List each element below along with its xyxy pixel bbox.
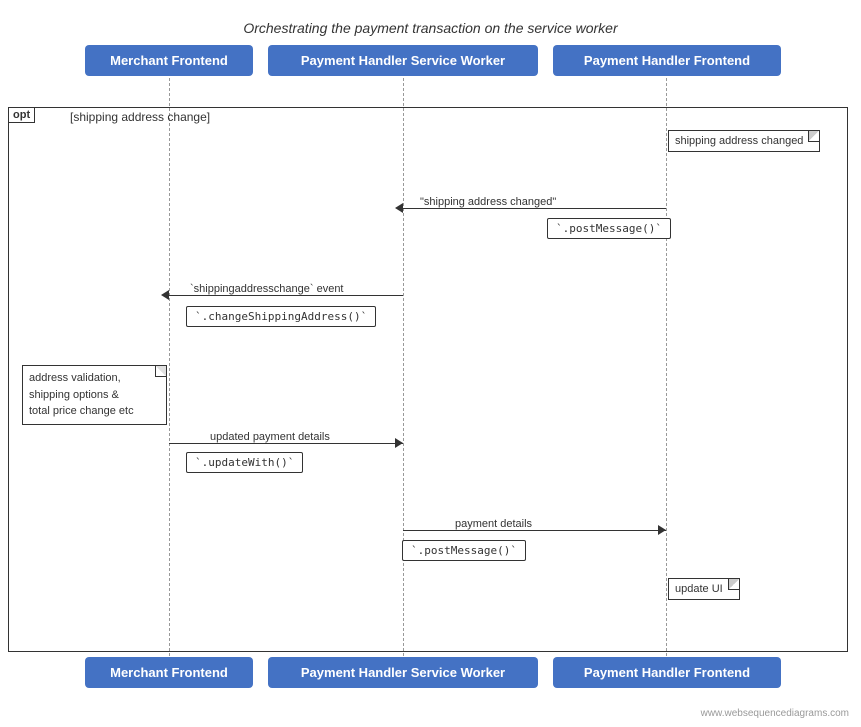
- arrowhead-4: [658, 525, 666, 535]
- actor-merchant-top: Merchant Frontend: [85, 45, 253, 76]
- note-address-validation: address validation, shipping options & t…: [22, 365, 167, 425]
- actor-merchant-bottom: Merchant Frontend: [85, 657, 253, 688]
- arrow-line-2: [169, 295, 403, 296]
- actor-payment-frontend-top: Payment Handler Frontend: [553, 45, 781, 76]
- arrow-line-3: [169, 443, 403, 444]
- actor-service-worker-top: Payment Handler Service Worker: [268, 45, 538, 76]
- actor-service-worker-bottom: Payment Handler Service Worker: [268, 657, 538, 688]
- method-update-with: `.updateWith()`: [186, 452, 303, 473]
- method-post-message-2: `.postMessage()`: [402, 540, 526, 561]
- diagram-title: Orchestrating the payment transaction on…: [0, 10, 861, 36]
- arrow-label-shipping-event: `shippingaddresschange` event: [190, 283, 344, 295]
- actor-payment-frontend-bottom: Payment Handler Frontend: [553, 657, 781, 688]
- arrow-line-1: [403, 208, 666, 209]
- method-post-message-1: `.postMessage()`: [547, 218, 671, 239]
- arrow-label-shipping-changed: "shipping address changed": [420, 196, 556, 208]
- note-update-ui: update UI: [668, 578, 740, 600]
- opt-condition: [shipping address change]: [70, 110, 210, 124]
- arrowhead-1: [395, 203, 403, 213]
- arrow-label-payment-details: payment details: [455, 518, 532, 530]
- arrow-label-updated-payment: updated payment details: [210, 431, 330, 443]
- note-shipping-changed: shipping address changed: [668, 130, 820, 152]
- diagram-container: Orchestrating the payment transaction on…: [0, 0, 861, 727]
- watermark: www.websequencediagrams.com: [701, 708, 849, 719]
- arrowhead-3: [395, 438, 403, 448]
- opt-label: opt: [8, 107, 35, 123]
- arrow-line-4: [403, 530, 666, 531]
- method-change-shipping: `.changeShippingAddress()`: [186, 306, 376, 327]
- arrowhead-2: [161, 290, 169, 300]
